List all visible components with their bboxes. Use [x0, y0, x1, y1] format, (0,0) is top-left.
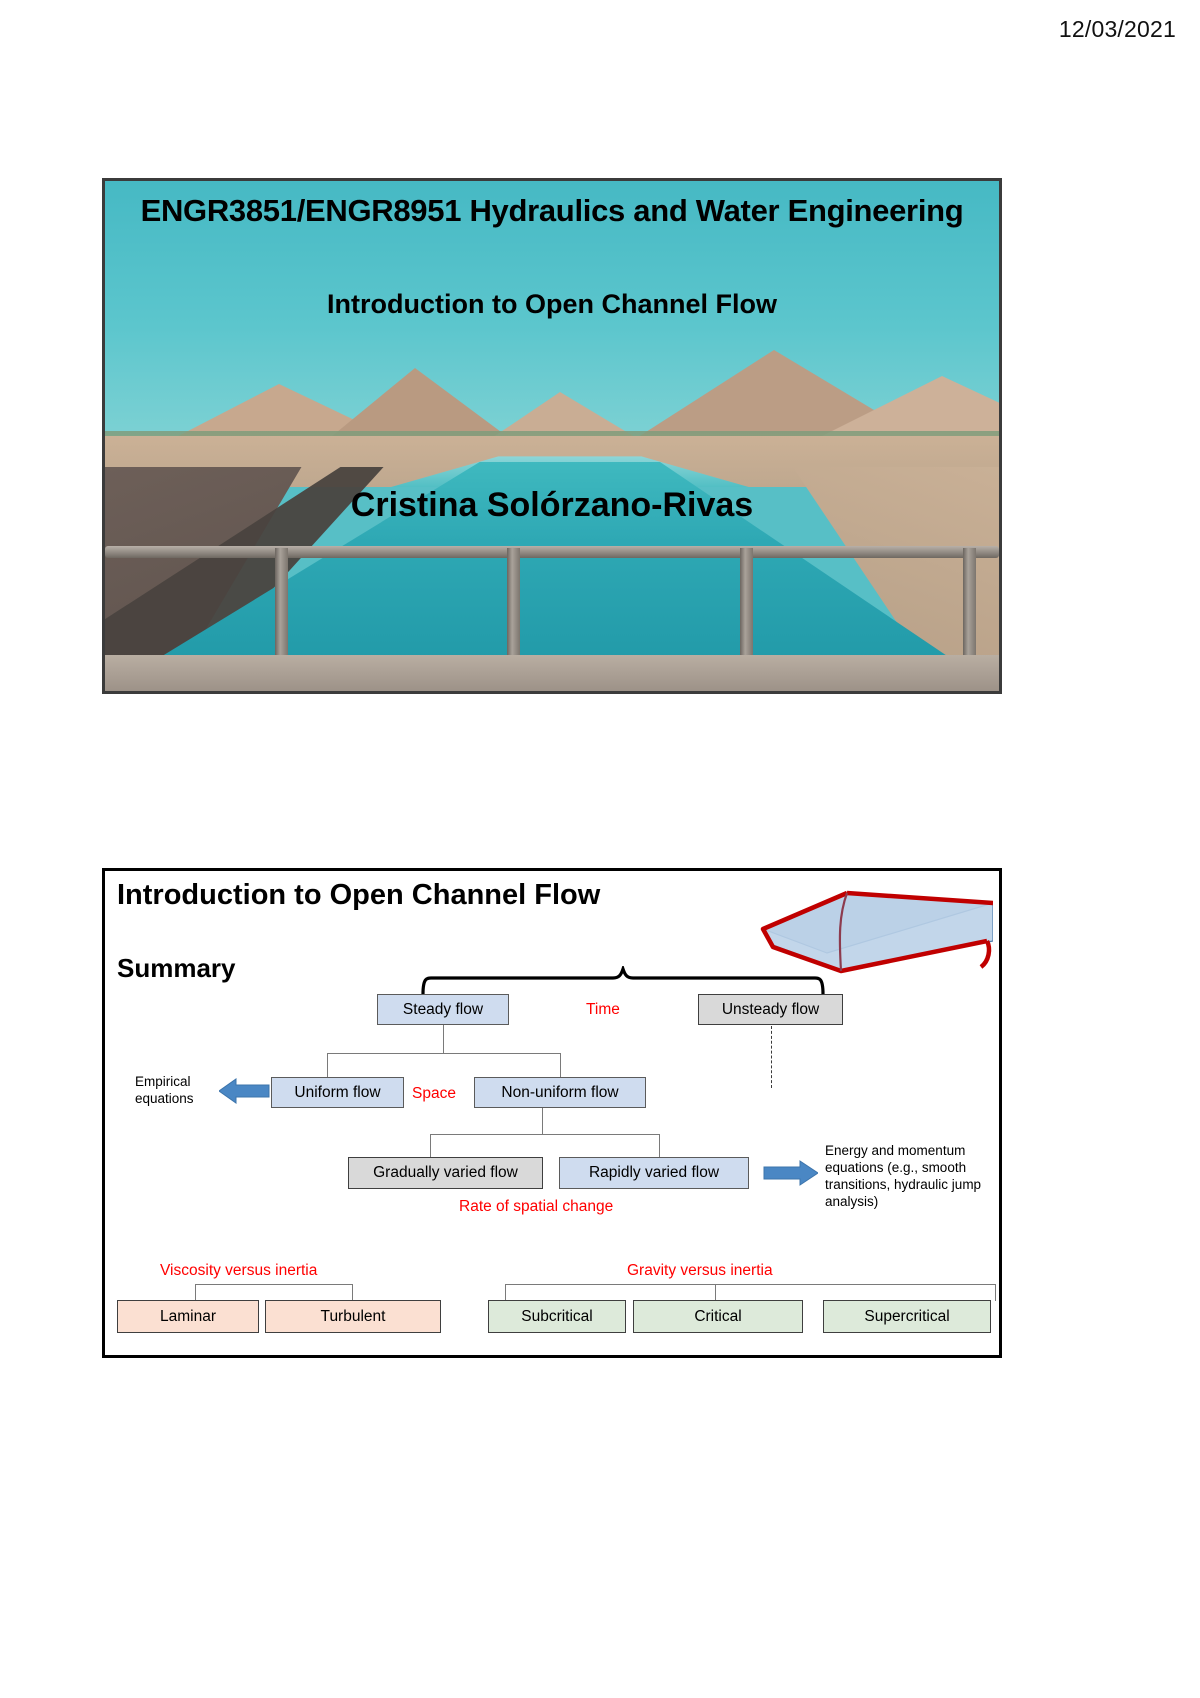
empirical-line-1: Empirical [135, 1074, 191, 1089]
label-gravity-versus-inertia: Gravity versus inertia [627, 1262, 773, 1279]
connector [505, 1284, 995, 1286]
slide-title: ENGR3851/ENGR8951 Hydraulics and Water E… [102, 178, 1002, 694]
label-time: Time [586, 1001, 620, 1018]
connector [505, 1284, 507, 1301]
section-heading: Summary [117, 953, 236, 983]
arrow-left-empirical-icon [219, 1078, 270, 1104]
slide-heading: Introduction to Open Channel Flow [117, 879, 601, 911]
connector [659, 1134, 661, 1158]
railing-post [274, 548, 288, 656]
author-name: Cristina Solórzano-Rivas [350, 486, 754, 524]
railing-post [963, 548, 977, 656]
connector [195, 1284, 197, 1301]
box-critical[interactable]: Critical [633, 1300, 803, 1333]
box-gradually-varied-flow[interactable]: Gradually varied flow [348, 1157, 543, 1189]
lecture-title: Introduction to Open Channel Flow [327, 289, 777, 319]
connector [430, 1134, 432, 1158]
label-rate-of-spatial-change: Rate of spatial change [459, 1198, 614, 1215]
label-viscosity-versus-inertia: Viscosity versus inertia [160, 1262, 318, 1279]
empirical-line-2: equations [135, 1090, 194, 1106]
box-turbulent[interactable]: Turbulent [265, 1300, 441, 1333]
trapezoidal-channel-icon [760, 890, 993, 974]
slide-summary: Introduction to Open Channel Flow Summar… [102, 868, 1002, 1358]
connector [430, 1134, 660, 1136]
railing-post [739, 548, 753, 656]
box-unsteady-flow[interactable]: Unsteady flow [698, 994, 843, 1025]
foreground-walkway [105, 655, 999, 691]
railing-post [507, 548, 521, 656]
box-non-uniform-flow[interactable]: Non-uniform flow [474, 1077, 646, 1108]
railing-rail [105, 546, 999, 559]
box-rapidly-varied-flow[interactable]: Rapidly varied flow [559, 1157, 749, 1189]
connector [995, 1284, 997, 1301]
box-subcritical[interactable]: Subcritical [488, 1300, 626, 1333]
box-laminar[interactable]: Laminar [117, 1300, 259, 1333]
connector [195, 1284, 353, 1286]
connector [327, 1053, 329, 1078]
label-space: Space [412, 1085, 456, 1102]
page-date: 12/03/2021 [1058, 16, 1176, 42]
label-energy-momentum-equations: Energy and momentum equations (e.g., smo… [825, 1143, 982, 1209]
connector [715, 1284, 717, 1301]
box-uniform-flow[interactable]: Uniform flow [271, 1077, 404, 1108]
connector [352, 1284, 354, 1301]
connector [542, 1108, 544, 1134]
arrow-right-energy-icon [763, 1160, 818, 1186]
connector [327, 1053, 561, 1055]
box-steady-flow[interactable]: Steady flow [377, 994, 509, 1025]
course-title: ENGR3851/ENGR8951 Hydraulics and Water E… [140, 193, 964, 228]
label-empirical-equations: Empirical equations [135, 1074, 215, 1108]
box-supercritical[interactable]: Supercritical [823, 1300, 991, 1333]
connector [443, 1025, 445, 1053]
dashed-connector-unsteady [771, 1026, 772, 1088]
connector [560, 1053, 562, 1078]
